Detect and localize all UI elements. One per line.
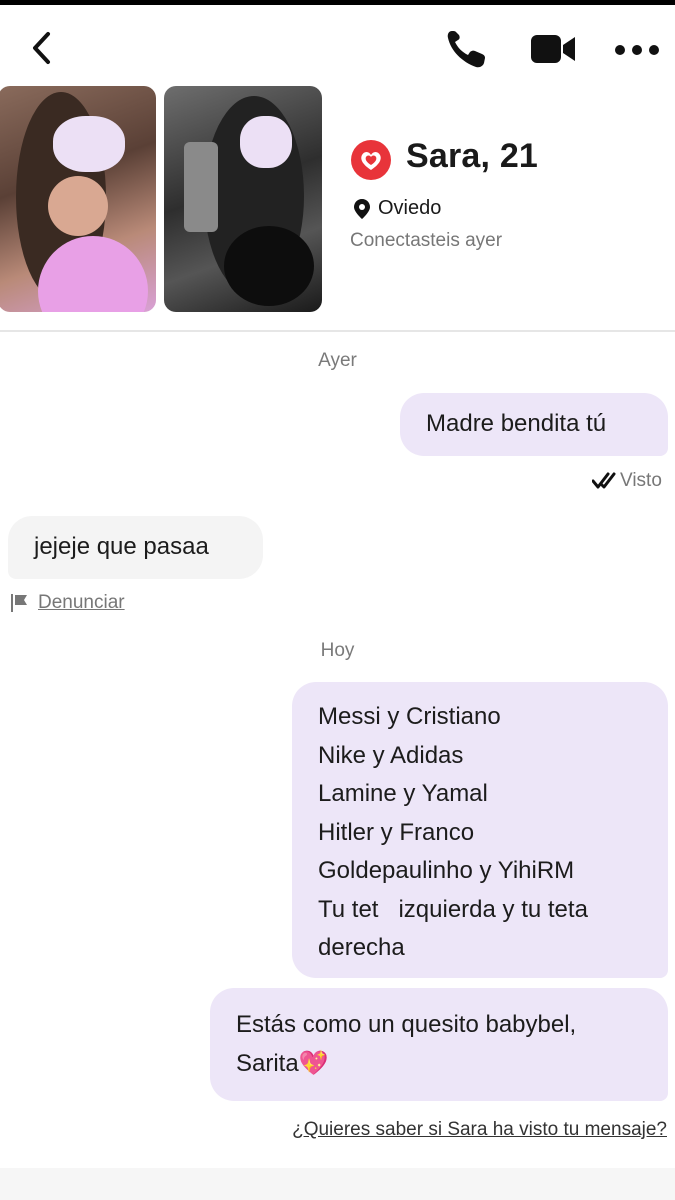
- double-check-icon: [592, 472, 616, 489]
- photo-shape: [48, 176, 108, 236]
- message-text: jejeje que pasaa: [34, 533, 209, 560]
- more-dots-icon: [615, 45, 659, 55]
- photo-shape: [224, 226, 314, 306]
- call-button[interactable]: [444, 27, 492, 71]
- face-blur: [240, 116, 292, 168]
- back-button[interactable]: [24, 27, 58, 69]
- profile-city: Oviedo: [378, 197, 442, 219]
- chevron-left-icon: [33, 32, 50, 64]
- more-options-button[interactable]: [612, 35, 662, 65]
- message-line: Nike y Adidas: [318, 741, 464, 769]
- message-line: Messi y Cristiano: [318, 703, 501, 730]
- message-outgoing[interactable]: Estás como un quesito babybel, Sarita💖: [210, 988, 668, 1101]
- message-text: Madre bendita tú: [426, 410, 607, 437]
- seen-label: Visto: [620, 470, 662, 491]
- match-status: Conectasteis ayer: [350, 230, 503, 251]
- message-line: Estás como un quesito babybel,: [236, 1011, 577, 1038]
- message-line: Sarita💖: [236, 1049, 329, 1077]
- message-line: derecha: [318, 934, 405, 961]
- video-call-button[interactable]: [529, 31, 577, 69]
- message-line: Hitler y Franco: [318, 818, 475, 846]
- header-divider: [0, 330, 675, 332]
- message-line: Tu tet izquierda y tu teta: [318, 895, 588, 923]
- report-label: Denunciar: [38, 592, 125, 613]
- message-outgoing[interactable]: Messi y Cristiano Nike y Adidas Lamine y…: [292, 682, 668, 978]
- profile-photo-2[interactable]: [164, 86, 322, 312]
- heart-badge-icon: [351, 140, 391, 180]
- day-separator: Ayer: [318, 350, 357, 371]
- flag-icon: [11, 594, 27, 612]
- seen-upsell-link[interactable]: ¿Quieres saber si Sara ha visto tu mensa…: [292, 1119, 667, 1141]
- message-line: Lamine y Yamal: [318, 780, 488, 807]
- location-pin-icon: [354, 199, 370, 219]
- face-blur: [53, 116, 125, 172]
- profile-name[interactable]: Sara, 21: [406, 137, 538, 176]
- video-camera-icon: [531, 35, 575, 63]
- photo-shape: [184, 142, 218, 232]
- profile-photo-1[interactable]: [0, 86, 156, 312]
- phone-icon: [447, 31, 485, 68]
- message-outgoing[interactable]: Madre bendita tú: [400, 393, 668, 456]
- top-nav: [0, 5, 675, 85]
- seen-status: Visto: [592, 468, 662, 494]
- message-line: Goldepaulinho y YihiRM: [318, 857, 575, 884]
- report-link[interactable]: Denunciar: [10, 592, 125, 614]
- message-incoming[interactable]: jejeje que pasaa: [8, 516, 263, 579]
- day-separator: Hoy: [320, 640, 355, 661]
- composer-area: [0, 1168, 675, 1200]
